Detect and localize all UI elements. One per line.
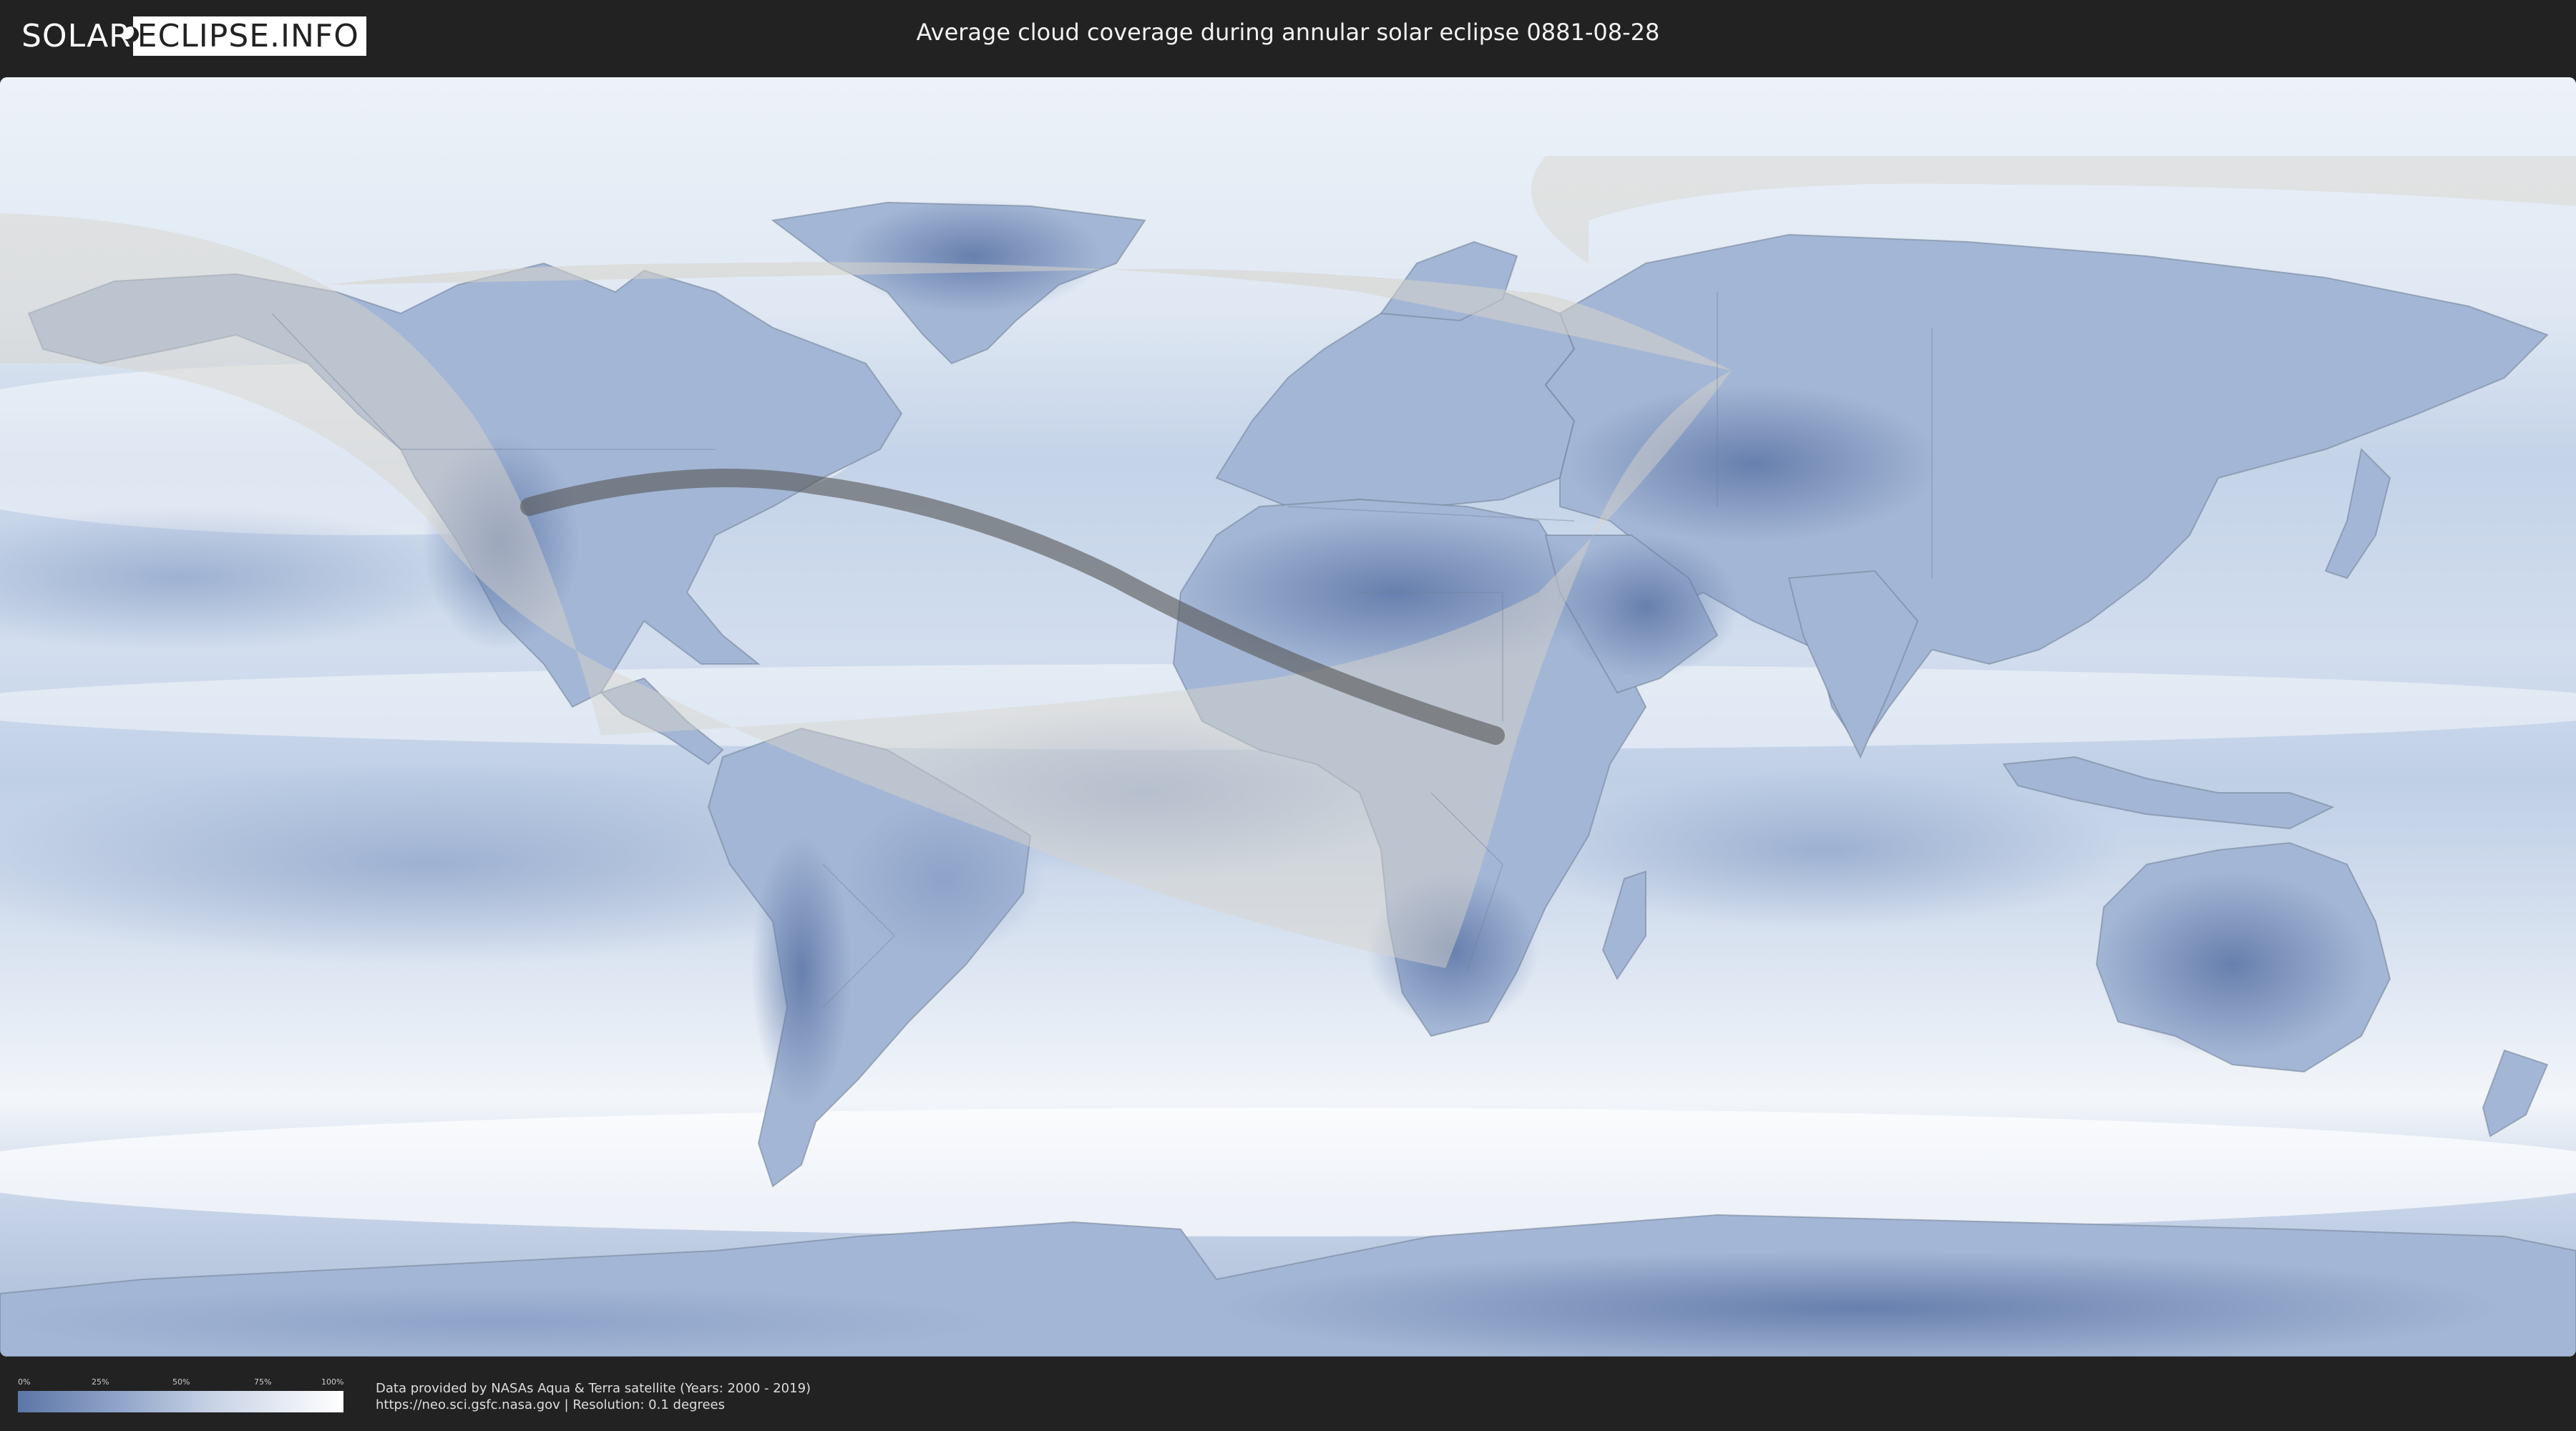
header-bar: SOLAR ECLIPSE.INFO Average cloud coverag… [0,0,2576,72]
data-source-resolution: https://neo.sci.gsfc.nasa.gov | Resoluti… [376,1397,725,1412]
andes-clear [751,836,852,1108]
legend-tick-75: 75% [254,1377,272,1387]
legend-gradient-bar [18,1391,343,1412]
legend-tick-100: 100% [321,1377,344,1387]
app-root: SOLAR ECLIPSE.INFO Average cloud coverag… [0,0,2576,1431]
legend-tick-50: 50% [172,1377,190,1387]
footer-bar: 0% 25% 50% 75% 100% Data provided by NAS… [0,1359,2576,1431]
data-credit: Data provided by NASAs Aqua & Terra sate… [376,1381,811,1396]
central-asia-clear [1567,385,1939,542]
page-title: Average cloud coverage during annular so… [916,19,1660,46]
cloud-coverage-map[interactable] [0,77,2576,1357]
legend-tick-0: 0% [18,1377,31,1387]
southern-ocean-band [0,1108,2576,1236]
world-map-svg [0,77,2576,1357]
legend-tick-25: 25% [92,1377,109,1387]
clear-indian-ocean [1524,771,2125,929]
greenland-clear [844,199,1102,313]
antarctica-west-clear [0,1286,1002,1357]
australia-clear [2097,871,2368,1058]
cloud-coverage-legend: 0% 25% 50% 75% 100% [18,1377,343,1415]
